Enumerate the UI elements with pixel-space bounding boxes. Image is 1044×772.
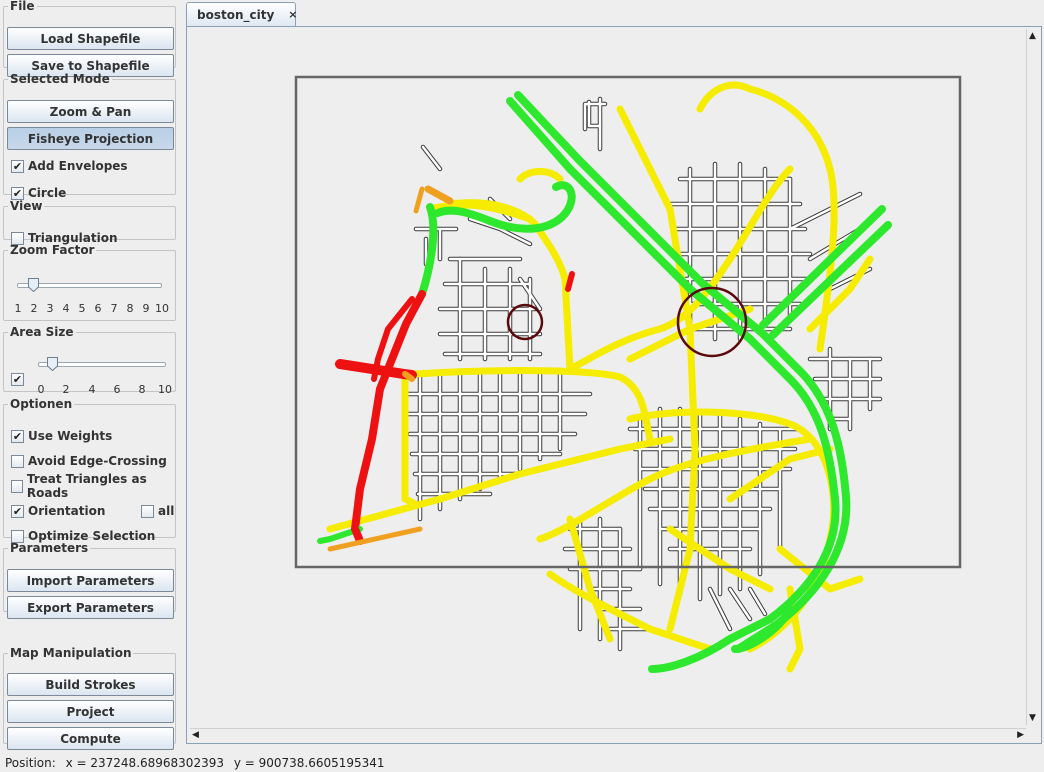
area-tick: 8	[138, 383, 146, 396]
orientation-check-icon: ✔	[11, 504, 24, 518]
mode-group-legend: Selected Mode	[10, 72, 110, 86]
zoom-tick: 3	[46, 302, 54, 315]
map-canvas[interactable]	[190, 29, 1026, 725]
position-x: x = 237248.68968302393	[65, 756, 224, 770]
horizontal-scrollbar[interactable]: ◀ ▶	[190, 728, 1026, 742]
map-panel: ▲ ▼ ◀ ▶	[186, 26, 1042, 744]
map-manipulation-legend: Map Manipulation	[10, 646, 132, 660]
orientation-checkbox[interactable]: ✔ Orientation	[11, 503, 105, 519]
orientation-all-check-icon	[141, 504, 154, 518]
options-group: Optionen ✔ Use Weights Avoid Edge-Crossi…	[3, 397, 176, 543]
load-shapefile-button[interactable]: Load Shapefile	[7, 27, 174, 50]
area-size-check-icon: ✔	[11, 372, 24, 386]
treat-triangles-label: Treat Triangles as Roads	[26, 472, 147, 500]
area-size-thumb[interactable]	[47, 357, 58, 371]
zoom-factor-group: Zoom Factor 1 2 3 4 5 6 7 8 9 10	[3, 244, 176, 321]
orientation-label: Orientation	[28, 504, 106, 518]
build-strokes-button[interactable]: Build Strokes	[7, 673, 174, 696]
import-parameters-button[interactable]: Import Parameters	[7, 569, 174, 592]
zoom-tick: 5	[78, 302, 86, 315]
avoid-edge-crossing-checkbox[interactable]: Avoid Edge-Crossing	[11, 453, 167, 469]
zoom-pan-button[interactable]: Zoom & Pan	[7, 100, 174, 123]
tab-label: boston_city	[197, 7, 275, 22]
compute-button[interactable]: Compute	[7, 727, 174, 750]
scroll-right-icon[interactable]: ▶	[1017, 730, 1024, 740]
vertical-scrollbar[interactable]: ▲ ▼	[1026, 29, 1040, 725]
treat-triangles-check-icon	[11, 479, 23, 493]
view-group-legend: View	[10, 199, 43, 213]
parameters-legend: Parameters	[10, 541, 89, 555]
area-size-checkbox[interactable]: ✔	[11, 371, 28, 387]
use-weights-check-icon: ✔	[11, 429, 24, 443]
status-bar: Position: x = 237248.68968302393 y = 900…	[5, 756, 391, 770]
position-label: Position:	[5, 756, 56, 770]
area-tick: 2	[62, 383, 70, 396]
position-y: y = 900738.6605195341	[233, 756, 385, 770]
view-group: View Triangulation	[3, 199, 176, 245]
add-envelopes-checkbox[interactable]: ✔ Add Envelopes	[11, 158, 128, 174]
zoom-tick: 8	[126, 302, 134, 315]
map-manipulation-group: Map Manipulation Build Strokes Project C…	[3, 646, 176, 750]
add-envelopes-check-icon: ✔	[11, 159, 24, 173]
circle-check-icon: ✔	[11, 186, 24, 200]
avoid-edge-crossing-label: Avoid Edge-Crossing	[28, 454, 167, 468]
fisheye-projection-button[interactable]: Fisheye Projection	[7, 127, 174, 150]
area-tick: 10	[158, 383, 172, 396]
area-tick: 0	[37, 383, 45, 396]
orientation-all-checkbox[interactable]: all	[141, 503, 174, 519]
mode-group: Selected Mode Zoom & Pan Fisheye Project…	[3, 72, 176, 200]
zoom-factor-thumb[interactable]	[28, 278, 39, 292]
use-weights-label: Use Weights	[28, 429, 113, 443]
area-size-legend: Area Size	[10, 325, 74, 339]
tab-boston-city[interactable]: boston_city ×	[186, 2, 298, 26]
parameters-group: Parameters Import Parameters Export Para…	[3, 541, 176, 619]
area-tick: 4	[88, 383, 96, 396]
file-group: File Load Shapefile Save to Shapefile	[3, 0, 176, 77]
orientation-all-label: all	[158, 504, 175, 518]
zoom-tick: 10	[155, 302, 169, 315]
zoom-tick: 6	[94, 302, 102, 315]
circle-label: Circle	[28, 186, 67, 200]
add-envelopes-label: Add Envelopes	[28, 159, 128, 173]
zoom-tick: 2	[30, 302, 38, 315]
scroll-up-icon[interactable]: ▲	[1029, 31, 1036, 41]
use-weights-checkbox[interactable]: ✔ Use Weights	[11, 428, 112, 444]
scroll-left-icon[interactable]: ◀	[192, 730, 199, 740]
zoom-tick: 4	[62, 302, 70, 315]
zoom-factor-legend: Zoom Factor	[10, 243, 95, 257]
zoom-tick: 7	[110, 302, 118, 315]
zoom-tick: 9	[142, 302, 150, 315]
treat-triangles-checkbox[interactable]: Treat Triangles as Roads	[11, 472, 175, 500]
zoom-tick: 1	[14, 302, 22, 315]
close-icon[interactable]: ×	[288, 8, 297, 21]
area-size-group: Area Size ✔ 0 2 4 6 8 10	[3, 325, 176, 396]
street-map	[294, 75, 962, 673]
avoid-edge-crossing-check-icon	[11, 454, 24, 468]
scroll-down-icon[interactable]: ▼	[1029, 713, 1036, 723]
options-legend: Optionen	[10, 397, 73, 411]
file-group-legend: File	[10, 0, 35, 13]
area-tick: 6	[113, 383, 121, 396]
export-parameters-button[interactable]: Export Parameters	[7, 596, 174, 619]
project-button[interactable]: Project	[7, 700, 174, 723]
control-sidebar: File Load Shapefile Save to Shapefile Se…	[0, 0, 180, 750]
